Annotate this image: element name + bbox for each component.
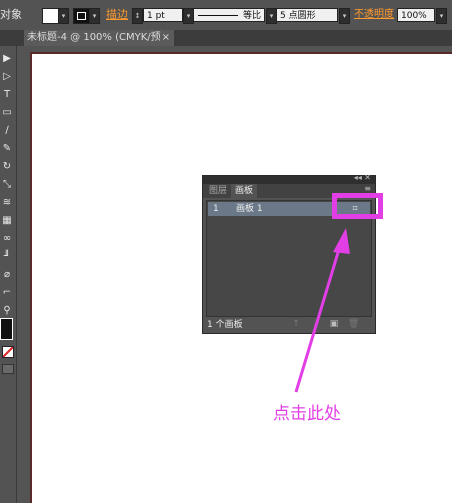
annotation-arrow (294, 228, 350, 393)
arrow-shaft (294, 245, 342, 393)
annotation-text: 点击此处 (273, 404, 341, 424)
arrow-head (333, 228, 350, 254)
